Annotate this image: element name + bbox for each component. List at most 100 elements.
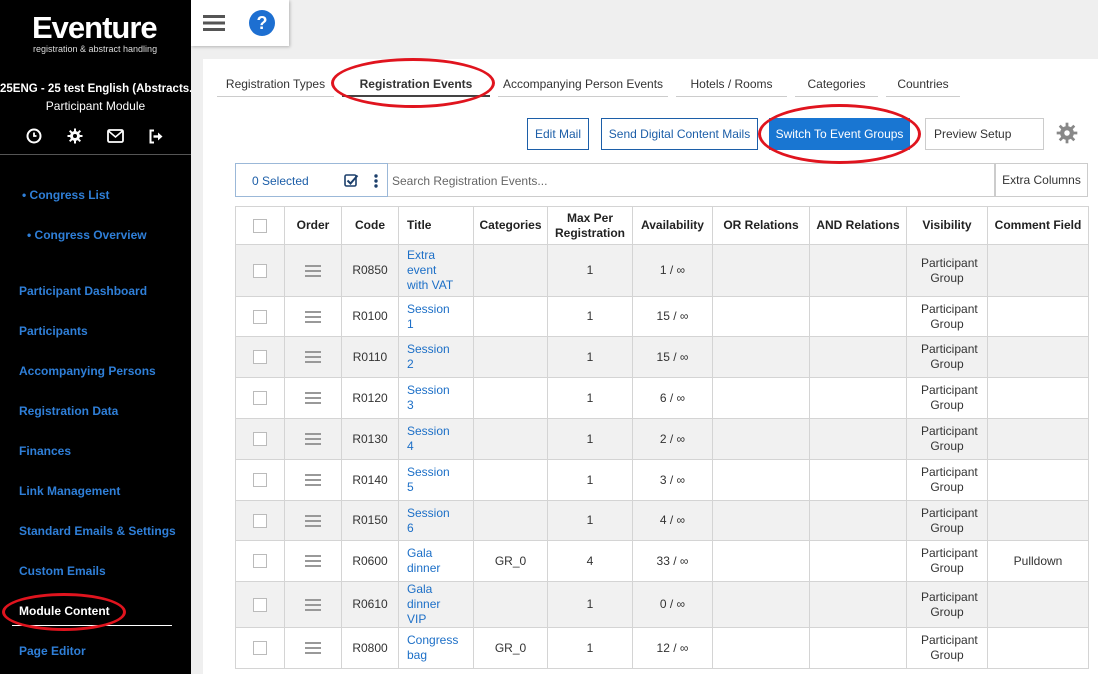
- row-checkbox[interactable]: [253, 554, 267, 569]
- select-all-checkbox-icon[interactable]: [344, 173, 359, 188]
- drag-handle-icon[interactable]: [305, 514, 321, 527]
- row-select-cell[interactable]: [235, 581, 285, 628]
- row-order-cell[interactable]: [284, 581, 342, 628]
- drag-handle-icon[interactable]: [305, 474, 321, 487]
- tab-registration-types[interactable]: Registration Types: [217, 73, 334, 97]
- extra-columns-button[interactable]: Extra Columns: [995, 163, 1088, 197]
- row-order-cell[interactable]: [284, 627, 342, 669]
- row-select-cell[interactable]: [235, 377, 285, 419]
- row-title-link[interactable]: Session 3: [398, 377, 474, 419]
- row-select-cell[interactable]: [235, 540, 285, 582]
- drag-handle-icon[interactable]: [305, 264, 321, 277]
- header-order[interactable]: Order: [284, 206, 342, 245]
- preview-setup-button[interactable]: Preview Setup: [925, 118, 1044, 150]
- sidebar-item-registration-data[interactable]: Registration Data: [19, 404, 118, 418]
- row-checkbox[interactable]: [253, 597, 267, 612]
- header-max-per-registration[interactable]: Max Per Registration: [547, 206, 633, 245]
- header-checkbox[interactable]: [253, 218, 267, 233]
- row-order-cell[interactable]: [284, 418, 342, 460]
- edit-mail-button[interactable]: Edit Mail: [527, 118, 589, 150]
- row-checkbox[interactable]: [253, 473, 267, 488]
- drag-handle-icon[interactable]: [305, 555, 321, 568]
- drag-handle-icon[interactable]: [305, 433, 321, 446]
- header-categories[interactable]: Categories: [473, 206, 548, 245]
- row-title-link[interactable]: Gala dinner: [398, 540, 474, 582]
- gear-icon[interactable]: [65, 126, 85, 146]
- row-select-cell[interactable]: [235, 500, 285, 541]
- row-select-cell[interactable]: [235, 244, 285, 297]
- table-row[interactable]: R0150 Session 6 14 / ∞ Participant Group: [235, 500, 1089, 541]
- hamburger-menu-icon[interactable]: [202, 11, 226, 35]
- sidebar-item-finances[interactable]: Finances: [19, 444, 71, 458]
- header-or-relations[interactable]: OR Relations: [712, 206, 810, 245]
- eventure-logo[interactable]: Eventure registration & abstract handlin…: [32, 12, 182, 55]
- sidebar-item-custom-emails[interactable]: Custom Emails: [19, 564, 106, 578]
- header-and-relations[interactable]: AND Relations: [809, 206, 907, 245]
- more-options-icon[interactable]: [373, 173, 379, 189]
- header-select-all[interactable]: [235, 206, 285, 245]
- search-input[interactable]: [392, 172, 982, 190]
- row-order-cell[interactable]: [284, 296, 342, 337]
- switch-to-event-groups-button[interactable]: Switch To Event Groups: [769, 118, 910, 150]
- row-checkbox[interactable]: [253, 350, 267, 365]
- mail-icon[interactable]: [105, 126, 125, 146]
- header-title[interactable]: Title: [398, 206, 474, 245]
- table-row[interactable]: R0120 Session 3 16 / ∞ Participant Group: [235, 377, 1089, 419]
- row-order-cell[interactable]: [284, 500, 342, 541]
- clock-icon[interactable]: [24, 126, 44, 146]
- header-comment-field[interactable]: Comment Field: [987, 206, 1089, 245]
- row-select-cell[interactable]: [235, 459, 285, 501]
- send-digital-content-mails-button[interactable]: Send Digital Content Mails: [601, 118, 758, 150]
- row-checkbox[interactable]: [253, 309, 267, 324]
- row-checkbox[interactable]: [253, 641, 267, 656]
- table-row[interactable]: R0600 Gala dinner GR_0 4 33 / ∞ Participant G…: [235, 540, 1089, 582]
- row-order-cell[interactable]: [284, 377, 342, 419]
- row-title-link[interactable]: Session 1: [398, 296, 474, 337]
- table-row[interactable]: R0610 Gala dinner VIP 1 0 / ∞ Participant Gr…: [235, 581, 1089, 628]
- row-title-link[interactable]: Congress bag: [398, 627, 474, 669]
- table-row[interactable]: R0110 Session 2 1 15 / ∞ Participant Group: [235, 336, 1089, 378]
- sidebar-item-standard-emails-settings[interactable]: Standard Emails & Settings: [19, 524, 176, 538]
- drag-handle-icon[interactable]: [305, 392, 321, 405]
- sidebar-item-link-management[interactable]: Link Management: [19, 484, 120, 498]
- settings-gear-icon[interactable]: [1056, 122, 1078, 144]
- logout-icon[interactable]: [146, 126, 166, 146]
- row-order-cell[interactable]: [284, 459, 342, 501]
- row-checkbox[interactable]: [253, 432, 267, 447]
- row-checkbox[interactable]: [253, 513, 267, 528]
- sidebar-item-participants[interactable]: Participants: [19, 324, 88, 338]
- row-select-cell[interactable]: [235, 627, 285, 669]
- sidebar-item-page-editor[interactable]: Page Editor: [19, 644, 86, 658]
- row-select-cell[interactable]: [235, 418, 285, 460]
- drag-handle-icon[interactable]: [305, 598, 321, 611]
- row-select-cell[interactable]: [235, 296, 285, 337]
- sidebar-item-accompanying-persons[interactable]: Accompanying Persons: [19, 364, 156, 378]
- header-code[interactable]: Code: [341, 206, 399, 245]
- table-row[interactable]: R0130 Session 4 12 / ∞ Participant Group: [235, 418, 1089, 460]
- help-icon[interactable]: ?: [249, 10, 275, 36]
- tab-accompanying-person-events[interactable]: Accompanying Person Events: [498, 73, 668, 97]
- tab-categories[interactable]: Categories: [795, 73, 878, 97]
- sidebar-item-module-content[interactable]: Module Content: [19, 604, 110, 618]
- drag-handle-icon[interactable]: [305, 351, 321, 364]
- table-row[interactable]: R0100 Session 1 1 15 / ∞ Participant Group: [235, 296, 1089, 337]
- tab-hotels-rooms[interactable]: Hotels / Rooms: [676, 73, 787, 97]
- row-order-cell[interactable]: [284, 540, 342, 582]
- table-row[interactable]: R0850 Extra event with VAT 1 1 / ∞ Participa…: [235, 244, 1089, 297]
- sidebar-item-congress-overview[interactable]: • Congress Overview: [27, 228, 147, 242]
- drag-handle-icon[interactable]: [305, 642, 321, 655]
- header-visibility[interactable]: Visibility: [906, 206, 988, 245]
- row-checkbox[interactable]: [253, 263, 267, 278]
- tab-registration-events[interactable]: Registration Events: [342, 73, 490, 97]
- row-order-cell[interactable]: [284, 336, 342, 378]
- row-checkbox[interactable]: [253, 391, 267, 406]
- row-select-cell[interactable]: [235, 336, 285, 378]
- sidebar-item-congress-list[interactable]: • Congress List: [22, 188, 110, 202]
- row-title-link[interactable]: Extra event with VAT: [398, 244, 474, 297]
- header-availability[interactable]: Availability: [632, 206, 713, 245]
- table-row[interactable]: R0140 Session 5 13 / ∞ Participant Group: [235, 459, 1089, 501]
- row-title-link[interactable]: Session 6: [398, 500, 474, 541]
- row-title-link[interactable]: Session 4: [398, 418, 474, 460]
- table-row[interactable]: R0800 Congress bag GR_0 1 12 / ∞ Participant …: [235, 627, 1089, 669]
- row-title-link[interactable]: Session 5: [398, 459, 474, 501]
